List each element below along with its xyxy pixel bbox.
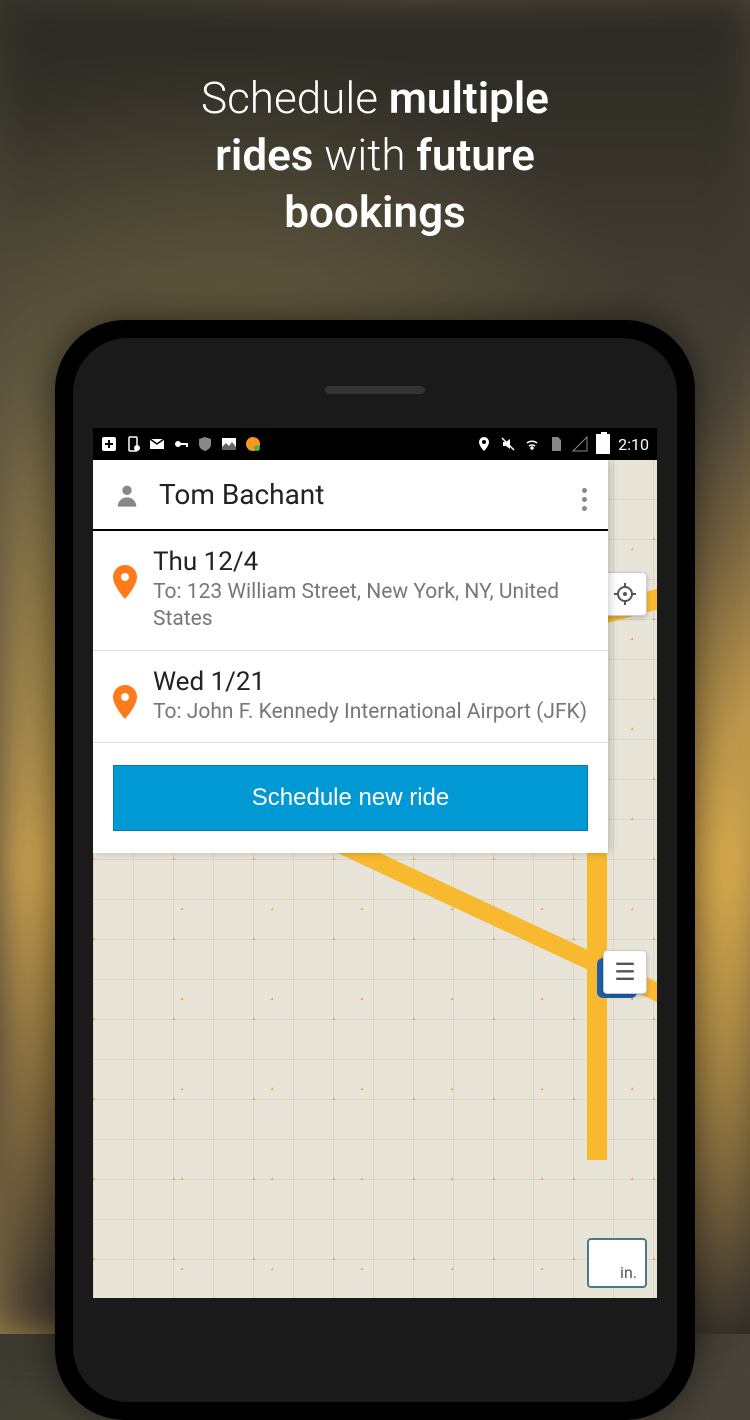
- add-notification-icon: [101, 436, 117, 452]
- user-name: Tom Bachant: [159, 478, 324, 511]
- promo-text-bold: multiple: [389, 72, 549, 124]
- app-content: 678 ☰ in. Tom Bachant: [93, 460, 657, 1298]
- status-time: 2:10: [618, 435, 649, 454]
- ride-destination: To: 123 William Street, New York, NY, Un…: [153, 579, 588, 634]
- promo-text-bold: rides: [215, 129, 313, 181]
- signal-icon: [572, 436, 588, 452]
- app-icon: [245, 436, 261, 452]
- person-icon: [113, 481, 141, 509]
- promo-text: Schedule: [201, 72, 378, 124]
- phone-screen: 2:10 678 ☰ in.: [93, 428, 657, 1298]
- phone-bezel: 2:10 678 ☰ in.: [73, 338, 677, 1402]
- sim-icon: [548, 436, 564, 452]
- location-pin-icon: [113, 565, 137, 603]
- mail-icon: [149, 436, 165, 452]
- hamburger-icon: ☰: [614, 958, 636, 986]
- rides-panel: Tom Bachant Thu 12/4 To: 123 William Str…: [93, 460, 608, 853]
- ride-item[interactable]: Wed 1/21 To: John F. Kennedy Internation…: [93, 651, 608, 743]
- phone-sync-icon: [125, 436, 141, 452]
- status-bar: 2:10: [93, 428, 657, 460]
- phone-frame: 2:10 678 ☰ in.: [55, 320, 695, 1420]
- ride-date: Wed 1/21: [153, 667, 588, 697]
- locate-me-button[interactable]: [603, 572, 647, 616]
- key-icon: [173, 436, 189, 452]
- location-pin-icon: [113, 685, 137, 723]
- location-icon: [476, 436, 492, 452]
- ride-destination: To: John F. Kennedy International Airpor…: [153, 699, 588, 726]
- shield-icon: [197, 436, 213, 452]
- eta-suffix: in.: [620, 1263, 637, 1282]
- mute-icon: [500, 436, 516, 452]
- phone-speaker: [325, 386, 425, 394]
- image-icon: [221, 436, 237, 452]
- ride-item[interactable]: Thu 12/4 To: 123 William Street, New Yor…: [93, 531, 608, 651]
- promo-text-bold: future: [416, 129, 535, 181]
- overflow-menu-button[interactable]: [574, 484, 594, 514]
- eta-card[interactable]: in.: [587, 1238, 647, 1288]
- promo-text: with: [324, 129, 405, 181]
- panel-header: Tom Bachant: [93, 460, 608, 531]
- promo-text-bold: bookings: [284, 186, 465, 238]
- promo-headline: Schedule multiple rides with future book…: [0, 70, 750, 242]
- battery-icon: [596, 434, 610, 454]
- wifi-icon: [524, 436, 540, 452]
- map-layers-button[interactable]: ☰: [603, 950, 647, 994]
- schedule-new-ride-button[interactable]: Schedule new ride: [113, 765, 588, 831]
- ride-date: Thu 12/4: [153, 547, 588, 577]
